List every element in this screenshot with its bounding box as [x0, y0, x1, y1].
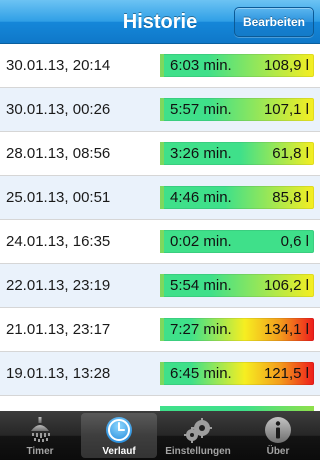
- usage-bar: 3:26 min. 61,8 l: [160, 142, 314, 165]
- row-date: 30.01.13, 00:26: [6, 101, 111, 118]
- tab-ueber[interactable]: Über: [240, 413, 316, 458]
- tab-ueber-label: Über: [266, 446, 290, 457]
- row-volume: 0,6 l: [280, 233, 309, 250]
- shower-icon: [31, 417, 50, 442]
- usage-bar: 5:57 min. 107,1 l: [160, 98, 314, 121]
- row-volume: 121,5 l: [263, 365, 309, 382]
- usage-bar: 4:46 min. 85,8 l: [160, 186, 314, 209]
- tab-verlauf-label: Verlauf: [102, 446, 136, 457]
- row-duration: 3:26 min.: [170, 145, 232, 162]
- row-duration: 5:54 min.: [170, 277, 232, 294]
- row-duration: 7:27 min.: [170, 321, 232, 338]
- usage-bar: 6:03 min. 108,9 l: [160, 54, 314, 77]
- history-list[interactable]: 30.01.13, 20:14 6:03 min. 108,9 l 30.01.…: [0, 44, 320, 411]
- tab-verlauf[interactable]: Verlauf: [81, 413, 157, 458]
- row-duration: 0:02 min.: [170, 233, 232, 250]
- navigation-bar: Historie Bearbeiten: [0, 0, 320, 44]
- gears-icon: [184, 418, 212, 443]
- tab-bar: Timer Verlauf Einstellungen Über: [0, 411, 320, 460]
- usage-bar: 0:02 min. 0,6 l: [160, 230, 314, 253]
- info-icon: [265, 417, 291, 443]
- row-date: 30.01.13, 20:14: [6, 57, 111, 74]
- tab-einstellungen[interactable]: Einstellungen: [160, 413, 236, 458]
- row-duration: 5:57 min.: [170, 101, 232, 118]
- row-date: 19.01.13, 13:28: [6, 365, 111, 382]
- history-row[interactable]: 24.01.13, 16:35 0:02 min. 0,6 l: [0, 220, 320, 264]
- row-date: 25.01.13, 00:51: [6, 189, 111, 206]
- row-duration: 6:03 min.: [170, 57, 232, 74]
- history-row[interactable]: 21.01.13, 23:17 7:27 min. 134,1 l: [0, 308, 320, 352]
- row-volume: 107,1 l: [263, 101, 309, 118]
- row-volume: 61,8 l: [272, 145, 309, 162]
- tab-einstellungen-label: Einstellungen: [165, 446, 231, 457]
- row-volume: 85,8 l: [272, 189, 309, 206]
- history-row[interactable]: 22.01.13, 23:19 5:54 min. 106,2 l: [0, 264, 320, 308]
- row-volume: 108,9 l: [263, 57, 309, 74]
- row-duration: 6:45 min.: [170, 365, 232, 382]
- history-row[interactable]: 19.01.13, 13:28 6:45 min. 121,5 l: [0, 352, 320, 396]
- history-row[interactable]: 25.01.13, 00:51 4:46 min. 85,8 l: [0, 176, 320, 220]
- usage-bar: 5:54 min. 106,2 l: [160, 274, 314, 297]
- row-date: 22.01.13, 23:19: [6, 277, 111, 294]
- row-duration: 4:46 min.: [170, 189, 232, 206]
- usage-bar: 6:45 min. 121,5 l: [160, 362, 314, 385]
- row-volume: 106,2 l: [263, 277, 309, 294]
- tab-timer-label: Timer: [26, 446, 54, 457]
- tab-timer[interactable]: Timer: [2, 413, 78, 458]
- row-date: 21.01.13, 23:17: [6, 321, 111, 338]
- row-date: 24.01.13, 16:35: [6, 233, 111, 250]
- history-row[interactable]: 30.01.13, 20:14 6:03 min. 108,9 l: [0, 44, 320, 88]
- usage-bar: 7:27 min. 134,1 l: [160, 318, 314, 341]
- row-date: 28.01.13, 08:56: [6, 145, 111, 162]
- clock-icon: [106, 417, 132, 443]
- history-row[interactable]: 30.01.13, 00:26 5:57 min. 107,1 l: [0, 88, 320, 132]
- history-row[interactable]: 28.01.13, 08:56 3:26 min. 61,8 l: [0, 132, 320, 176]
- history-row-partial[interactable]: [0, 396, 320, 411]
- edit-button[interactable]: Bearbeiten: [233, 7, 314, 37]
- row-volume: 134,1 l: [263, 321, 309, 338]
